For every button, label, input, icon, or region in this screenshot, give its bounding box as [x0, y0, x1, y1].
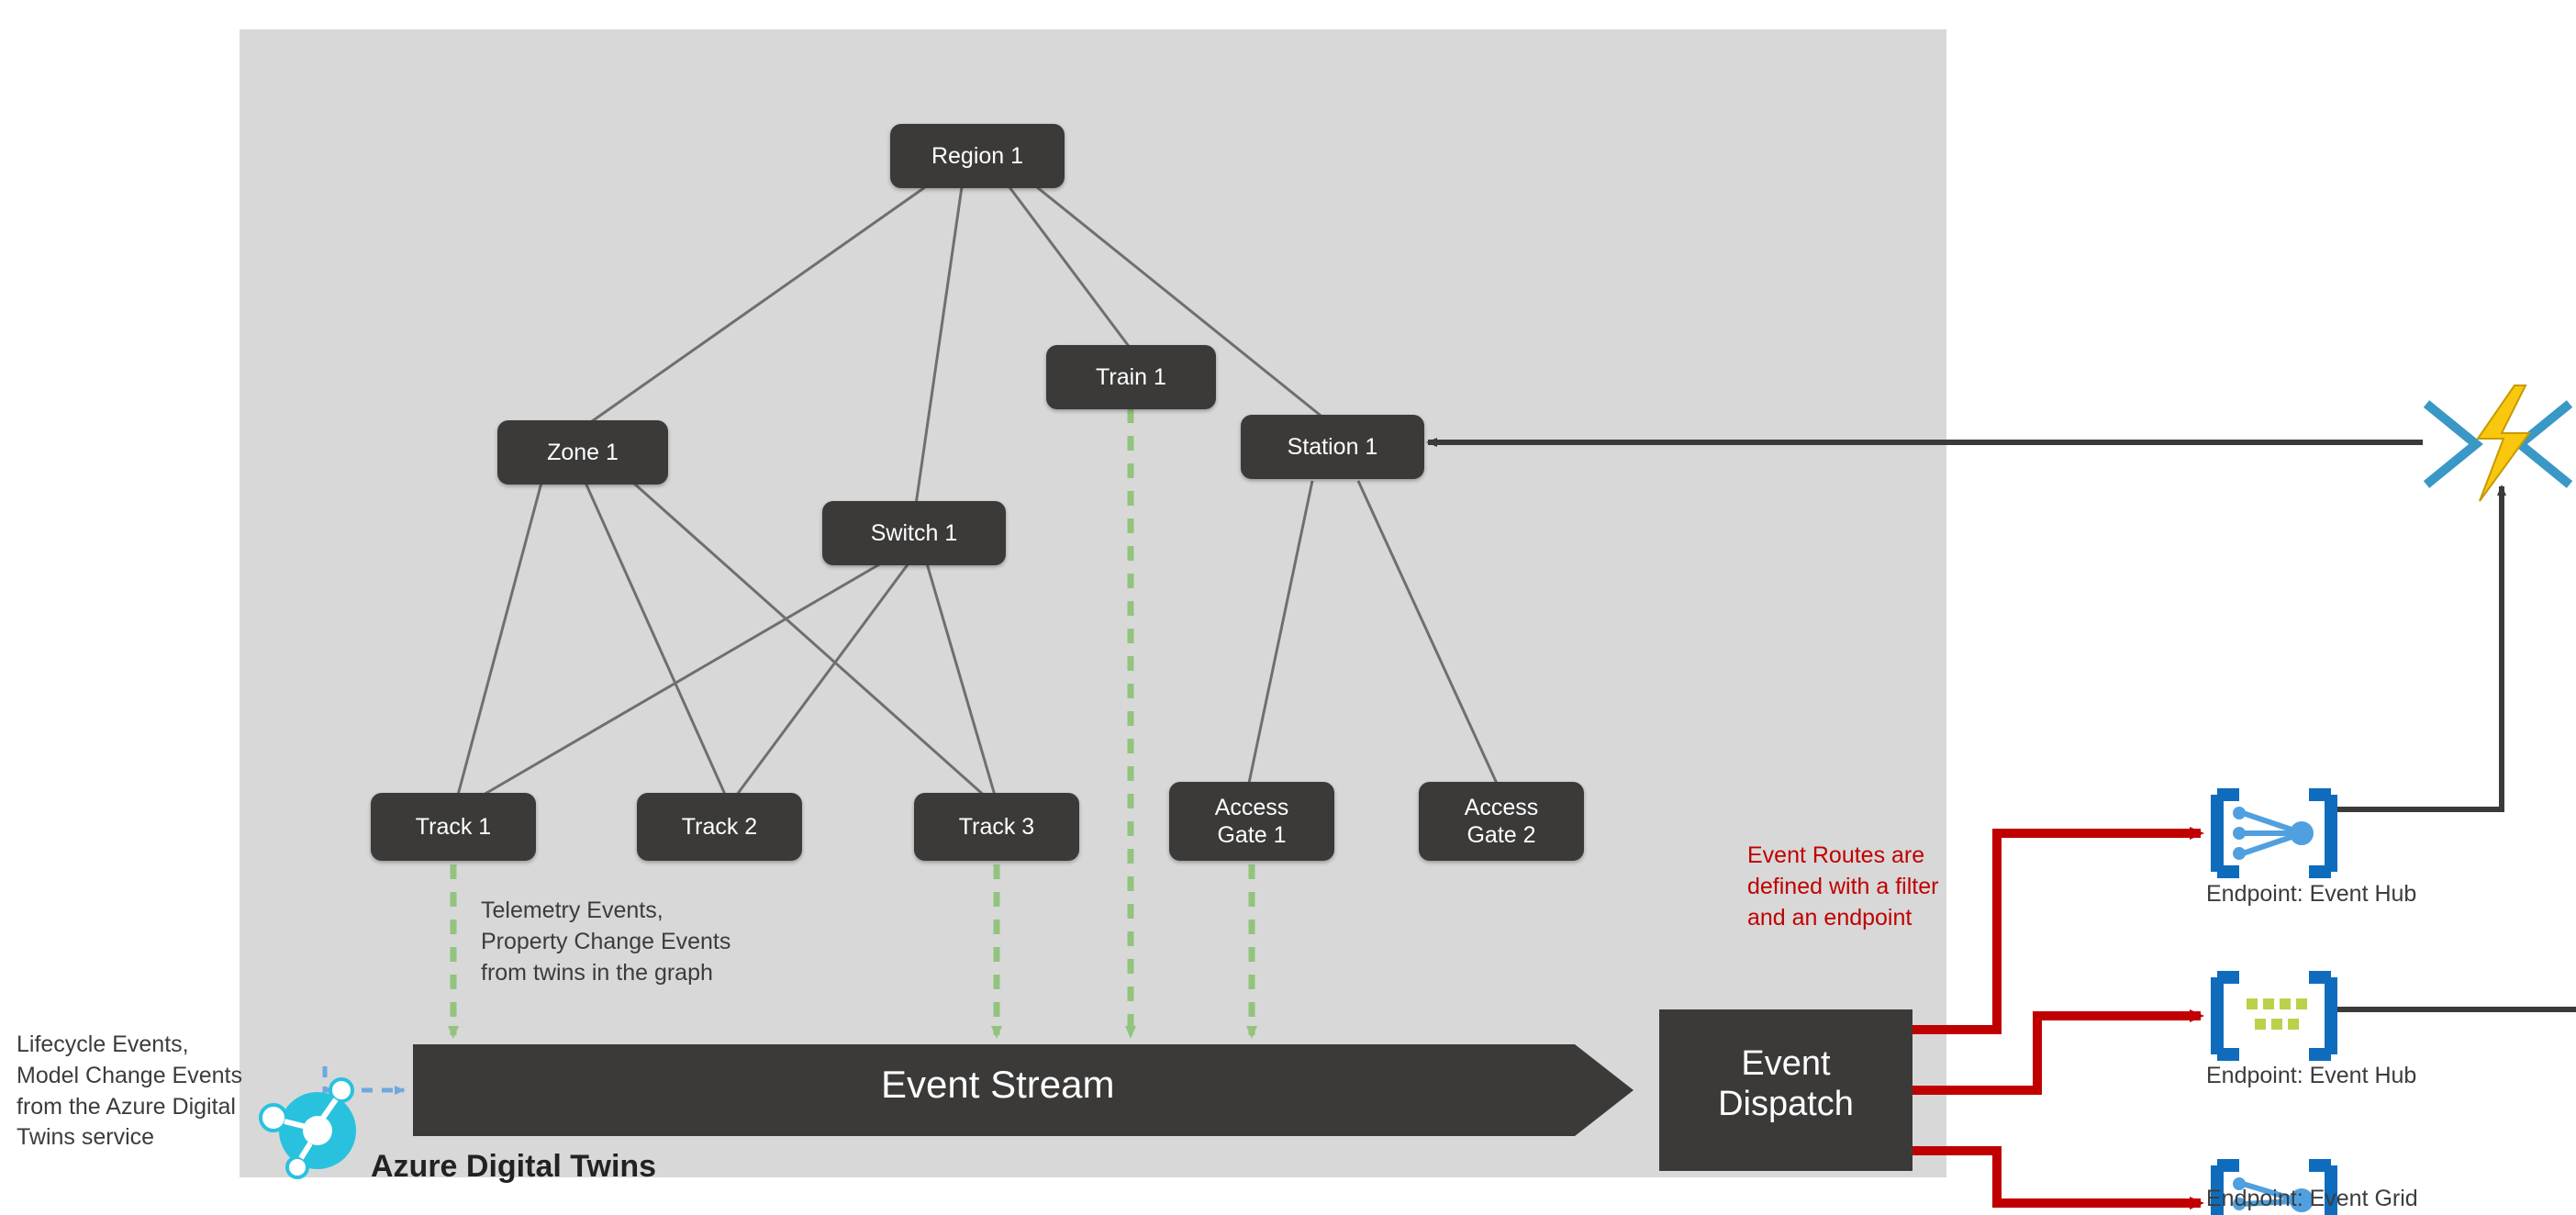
endpoint-label-middle: Endpoint: Event Hub: [2206, 1063, 2416, 1089]
node-region1: Region 1: [890, 124, 1065, 188]
event-hub-icon-top: [2217, 795, 2331, 872]
azure-digital-twins-icon: [261, 1079, 356, 1177]
endpoint-label-bottom: Endpoint: Event Grid: [2206, 1186, 2418, 1212]
node-label: Train 1: [1096, 363, 1166, 391]
node-label: AccessGate 1: [1215, 794, 1289, 849]
node-label: Region 1: [931, 142, 1023, 170]
node-track1: Track 1: [371, 793, 536, 861]
node-track2: Track 2: [637, 793, 802, 861]
event-dispatch-label: EventDispatch: [1678, 1044, 1894, 1124]
node-label: Track 1: [416, 813, 491, 841]
node-access-gate2: AccessGate 2: [1419, 782, 1584, 861]
telemetry-annotation: Telemetry Events, Property Change Events…: [481, 896, 730, 988]
event-hub-icon-middle: [2217, 977, 2331, 1054]
node-label: Track 3: [959, 813, 1034, 841]
endpoint-label-top: Endpoint: Event Hub: [2206, 881, 2416, 908]
node-label: Zone 1: [547, 439, 619, 466]
connectors-svg: [0, 0, 2576, 1215]
node-label: Track 2: [682, 813, 757, 841]
node-train1: Train 1: [1046, 345, 1216, 409]
lifecycle-annotation: Lifecycle Events, Model Change Events fr…: [17, 1030, 242, 1154]
event-routes-annotation: Event Routes are defined with a filter a…: [1747, 841, 1938, 933]
node-switch1: Switch 1: [822, 501, 1006, 565]
node-label: Switch 1: [871, 519, 957, 547]
node-label: AccessGate 2: [1465, 794, 1539, 849]
node-track3: Track 3: [914, 793, 1079, 861]
diagram-canvas: Region 1 Zone 1 Train 1 Station 1 Switch…: [0, 0, 2576, 1215]
node-zone1: Zone 1: [497, 420, 668, 485]
node-station1: Station 1: [1241, 415, 1424, 479]
node-label: Station 1: [1288, 433, 1378, 461]
azure-digital-twins-title: Azure Digital Twins: [371, 1149, 656, 1185]
azure-function-icon: [2426, 385, 2570, 501]
event-stream-label: Event Stream: [881, 1063, 1114, 1107]
node-access-gate1: AccessGate 1: [1169, 782, 1334, 861]
